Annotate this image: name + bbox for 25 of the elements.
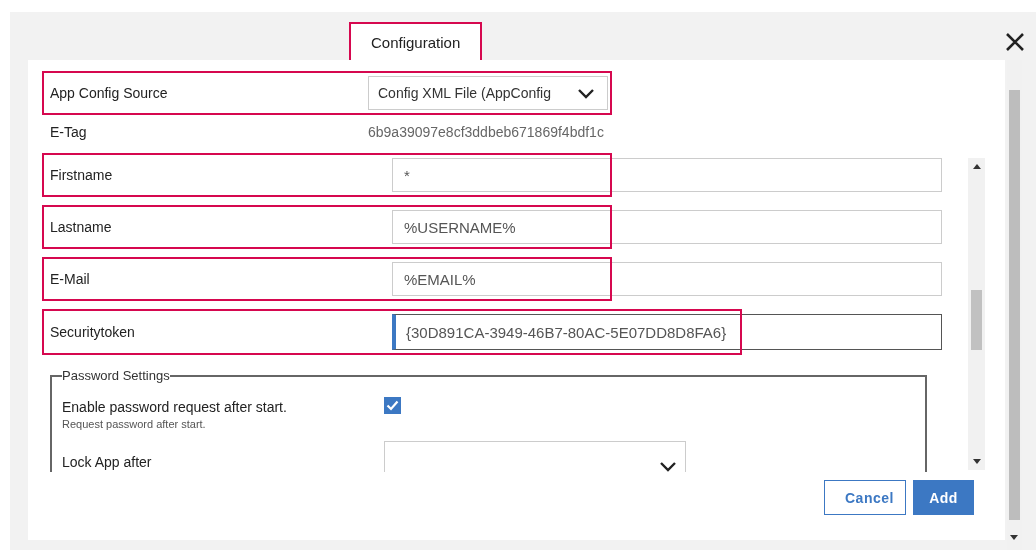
field-label: App Config Source <box>50 85 169 101</box>
field-label: Lastname <box>50 219 113 235</box>
text-field[interactable]: {30D891CA-3949-46B7-80AC-5E07DD8D8FA6} <box>392 314 942 350</box>
close-icon[interactable] <box>1005 32 1025 52</box>
text-field[interactable]: * <box>392 158 942 192</box>
chevron-icon <box>577 87 595 99</box>
option-label: Lock App after <box>62 454 153 470</box>
field-label: Securitytoken <box>50 324 136 340</box>
option-hint: Request password after start. <box>62 418 207 430</box>
scrollbar[interactable] <box>968 158 985 470</box>
group-title: Password Settings <box>62 368 170 383</box>
cancel-button[interactable]: Cancel <box>824 480 906 515</box>
text-field[interactable]: %USERNAME% <box>392 210 942 244</box>
field-label: E-Mail <box>50 271 91 287</box>
source-dropdown[interactable]: Config XML File (AppConfig <box>368 76 608 110</box>
lock-dropdown[interactable] <box>384 441 686 472</box>
chevron-icon <box>659 461 677 472</box>
tab[interactable]: Configuration <box>349 22 483 62</box>
etag-value: 6b9a39097e8cf3ddbeb671869f4bdf1c <box>368 124 604 140</box>
field-label: E-Tag <box>50 124 88 140</box>
checkbox[interactable] <box>384 397 401 414</box>
field-label: Firstname <box>50 167 114 183</box>
option-label: Enable password request after start. <box>62 399 288 415</box>
add-button[interactable]: Add <box>913 480 974 515</box>
text-field[interactable]: %EMAIL% <box>392 262 942 296</box>
